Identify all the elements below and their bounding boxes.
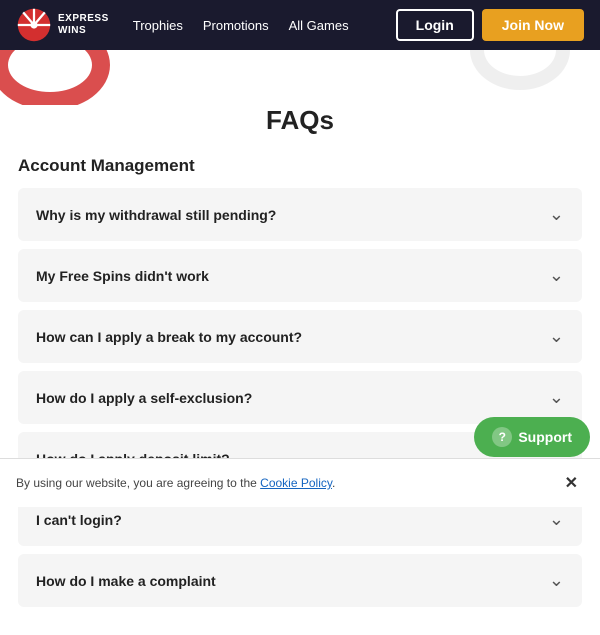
chevron-down-icon-2: ⌄ [549,265,564,286]
login-button[interactable]: Login [396,9,474,41]
main-content: FAQs Account Management Why is my withdr… [0,105,600,635]
nav-promotions[interactable]: Promotions [203,18,269,33]
faq-item-3[interactable]: How can I apply a break to my account? ⌄ [18,310,582,363]
logo-icon [16,7,52,43]
faq-question-7: How do I make a complaint [36,573,216,589]
chevron-down-icon-7: ⌄ [549,570,564,591]
cookie-suffix: . [332,476,335,490]
nav-all-games[interactable]: All Games [289,18,349,33]
faq-question-2: My Free Spins didn't work [36,268,209,284]
faq-list: Why is my withdrawal still pending?⌄My F… [18,188,582,607]
decorative-area [0,50,600,105]
section-title: Account Management [18,156,582,176]
faq-question-4: How do I apply a self-exclusion? [36,390,252,406]
support-label: Support [518,429,572,445]
faq-item-1[interactable]: Why is my withdrawal still pending? ⌄ [18,188,582,241]
faq-question-3: How can I apply a break to my account? [36,329,302,345]
faq-question-1: Why is my withdrawal still pending? [36,207,276,223]
chevron-down-icon-1: ⌄ [549,204,564,225]
header: EXPRESSWINS Trophies Promotions All Game… [0,0,600,50]
cookie-close-button[interactable]: ✕ [559,471,584,495]
logo-text: EXPRESSWINS [58,13,109,37]
header-left: EXPRESSWINS Trophies Promotions All Game… [16,7,349,43]
chevron-down-icon-3: ⌄ [549,326,564,347]
cookie-banner: By using our website, you are agreeing t… [0,458,600,507]
join-button[interactable]: Join Now [482,9,584,41]
support-icon: ? [492,427,512,447]
faq-question-6: I can't login? [36,512,122,528]
cookie-policy-link[interactable]: Cookie Policy [260,476,332,490]
page-title: FAQs [18,105,582,136]
cookie-prefix: By using our website, you are agreeing t… [16,476,260,490]
chevron-down-icon-4: ⌄ [549,387,564,408]
header-right: Login Join Now [396,9,584,41]
support-button[interactable]: ? Support [474,417,590,457]
decor-circle-right [470,50,570,90]
nav-trophies[interactable]: Trophies [133,18,183,33]
main-nav: Trophies Promotions All Games [133,18,349,33]
chevron-down-icon-6: ⌄ [549,509,564,530]
logo-area: EXPRESSWINS [16,7,109,43]
decor-circle-left [0,50,110,105]
faq-item-2[interactable]: My Free Spins didn't work ⌄ [18,249,582,302]
faq-item-7[interactable]: How do I make a complaint ⌄ [18,554,582,607]
cookie-text: By using our website, you are agreeing t… [16,476,335,490]
